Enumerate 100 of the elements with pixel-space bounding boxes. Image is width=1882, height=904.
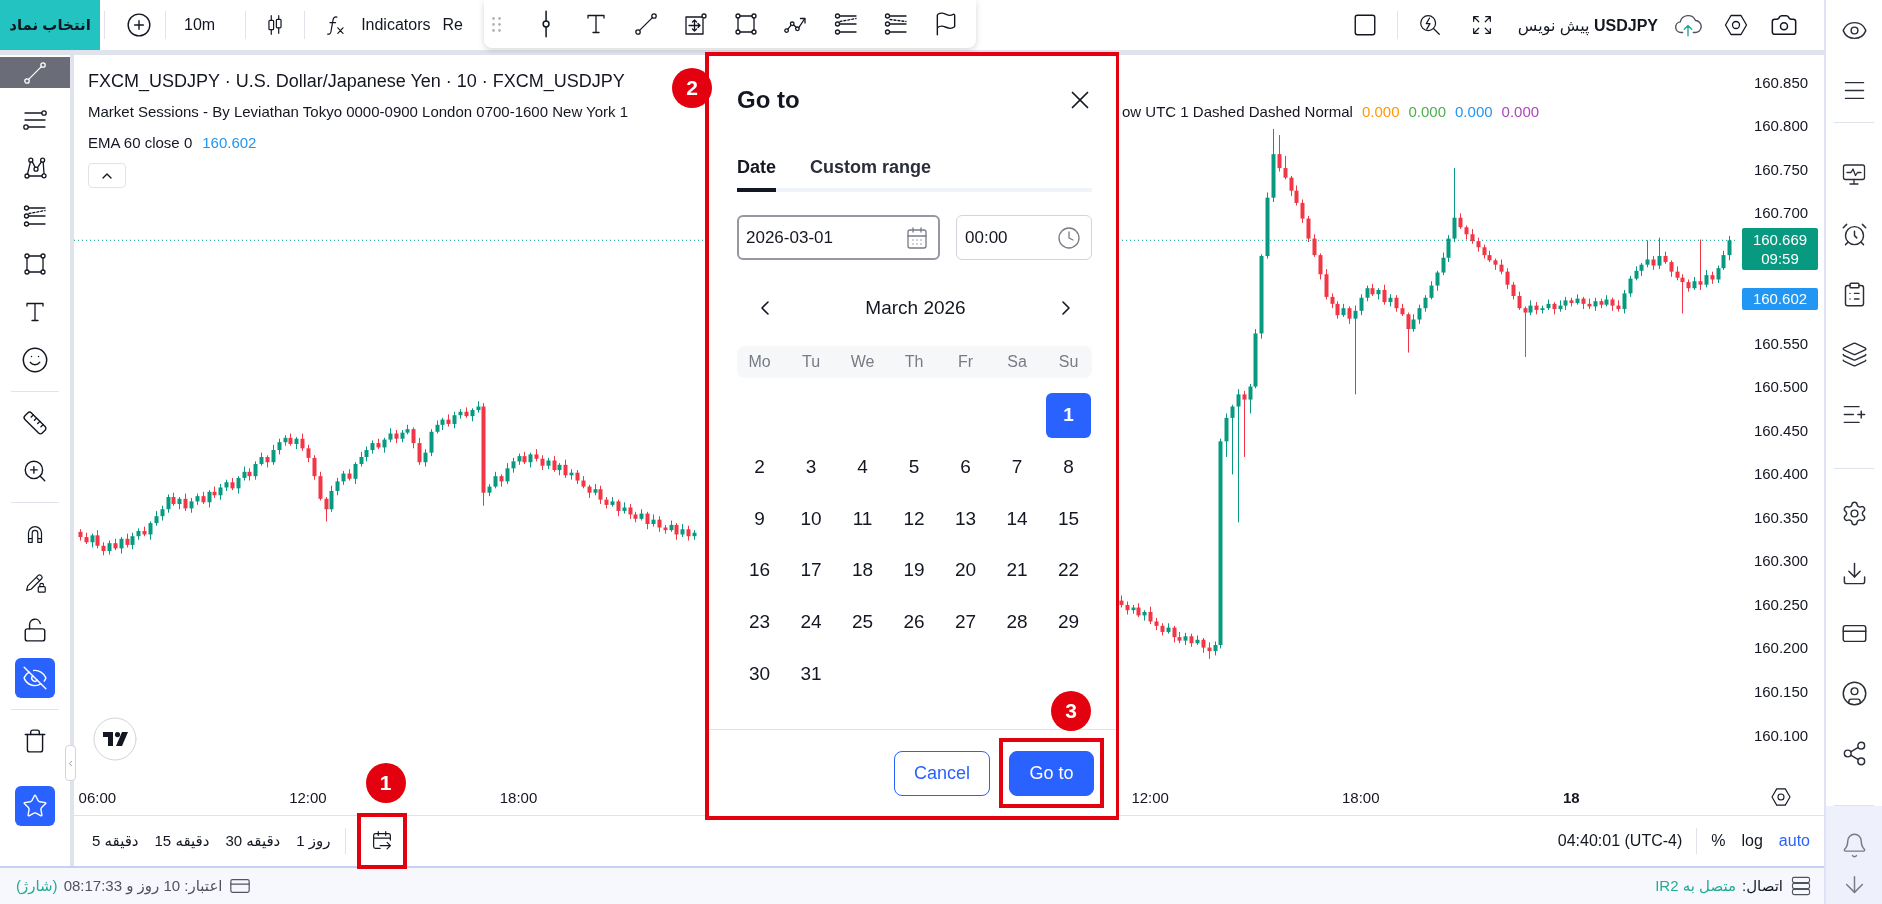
toggle-button[interactable] [15,658,55,698]
symbol-title: FXCM_USDJPY · U.S. Dollar/Japanese Yen · 10 · FXCM_USDJPY [88,70,625,94]
collapse-legend-button[interactable] [88,163,126,188]
candlestick [253,460,258,481]
candlestick [563,459,568,479]
candlestick [1324,268,1329,300]
indicator-value: 0.000 [1408,102,1447,122]
price-label: 160.550 [1752,334,1810,353]
symbol-search-button[interactable]: انتخاب نماد [0,0,100,50]
toolbar-button[interactable]: Re [440,7,465,43]
price-label: 160.500 [1752,378,1810,397]
calendar-day[interactable]: 23 [737,599,782,645]
price-label: 160.700 [1752,204,1810,223]
calendar-day[interactable]: 18 [840,547,885,593]
fib-levels-icon [832,10,860,38]
candlestick [1441,252,1446,276]
calendar-day[interactable]: 9 [737,496,782,542]
indicator-label: ow UTC 1 Dashed Dashed Normal [1122,102,1353,122]
indicators-button[interactable]: Indicators [317,7,437,43]
calendar-day[interactable]: 15 [1046,496,1091,542]
calendar-day[interactable]: 19 [891,547,937,593]
chevron-left-icon [66,758,75,768]
calendar-day[interactable]: 30 [737,651,782,697]
calendar-day[interactable]: 4 [840,444,885,490]
calendar-day[interactable]: 20 [943,547,988,593]
calendar-day[interactable]: 14 [994,496,1040,542]
candlestick [1517,291,1522,311]
price-label: 160.850 [1752,73,1810,92]
calendar-day[interactable]: 13 [943,496,988,542]
scale-toggle[interactable]: auto [1778,827,1810,855]
candlestick [1698,238,1703,291]
time-label: 12:00 [289,788,327,806]
candlestick [1289,175,1294,197]
cancel-button[interactable]: Cancel [894,750,990,796]
calendar-day[interactable]: 5 [891,444,937,490]
candlestick [411,426,416,449]
candlestick [1622,289,1627,314]
candlestick [1224,413,1229,458]
date-field[interactable]: 2026-03-01 [737,215,940,260]
candlestick [1645,239,1650,268]
calendar-day[interactable]: 26 [891,599,937,645]
candlestick [148,520,153,541]
indicator-value: 0.000 [1501,102,1540,122]
candlestick [429,428,434,457]
calendar-day[interactable]: 2 [737,444,782,490]
layers-icon [1840,340,1868,368]
calendar-day[interactable]: 7 [994,444,1040,490]
candlestick [1359,293,1364,316]
calendar-day[interactable]: 12 [891,496,937,542]
price-tag: 160.602 [1742,287,1818,310]
calendar-day[interactable]: 8 [1046,444,1091,490]
calendar-day[interactable]: 1 [1046,392,1091,438]
calendar-day[interactable]: 6 [943,444,988,490]
weekday-label: Tu [800,353,822,371]
calendar-day[interactable]: 3 [788,444,834,490]
settings-icon [1769,785,1793,809]
interval-button[interactable]: 1 روز [296,827,331,855]
timezone-button[interactable]: 04:40:01 (UTC-4) [1557,823,1683,859]
interval-button[interactable]: 30 دقیقه [225,827,281,855]
indicator-value: 0.000 [1361,102,1400,122]
calendar-icon [905,225,929,250]
time-label: 18 [1562,788,1580,806]
calendar-day[interactable]: 28 [994,599,1040,645]
price-label: 160.400 [1752,465,1810,484]
price-value: 160.669 [1752,230,1808,250]
credit-text: اعتبار: 10 روز و 08:17:33 [63,877,223,895]
go-to-button[interactable]: Go to [1009,750,1094,796]
countdown-timer: 09:59 [1761,249,1799,269]
candlestick [1406,312,1411,354]
calendar-day[interactable]: 17 [788,547,834,593]
candlestick [353,461,358,485]
interval-button[interactable]: 15 دقیقه [154,827,210,855]
weekday-label: Su [1057,353,1080,371]
favorites-button[interactable] [15,786,55,826]
calendar-day[interactable]: 21 [994,547,1040,593]
time-field[interactable]: 00:00 [956,215,1092,260]
star-icon [22,793,48,819]
interval-button[interactable]: 5 دقیقه [92,827,139,855]
calendar-day[interactable]: 22 [1046,547,1091,593]
candlestick [417,437,422,466]
calendar-day[interactable]: 25 [840,599,885,645]
scale-toggle[interactable]: % [1711,827,1726,855]
time-label: 18:00 [499,788,538,806]
candlestick [1353,305,1358,395]
calendar-day[interactable]: 11 [840,496,885,542]
time-label: 06:00 [78,788,117,806]
tab[interactable]: Custom range [810,157,932,192]
logo-icon [93,717,137,761]
calendar-day[interactable]: 16 [737,547,782,593]
calendar-day[interactable]: 29 [1046,599,1091,645]
calendar-day[interactable]: 31 [788,651,834,697]
tab[interactable]: Date [737,157,776,192]
calendar-day[interactable]: 24 [788,599,834,645]
interval-button[interactable]: 10m [176,7,224,43]
calendar-day[interactable]: 27 [943,599,988,645]
collapse-handle[interactable] [65,745,76,781]
eye-off-icon [22,665,48,691]
candlestick [505,462,510,485]
scale-toggle[interactable]: log [1741,827,1763,855]
calendar-day[interactable]: 10 [788,496,834,542]
